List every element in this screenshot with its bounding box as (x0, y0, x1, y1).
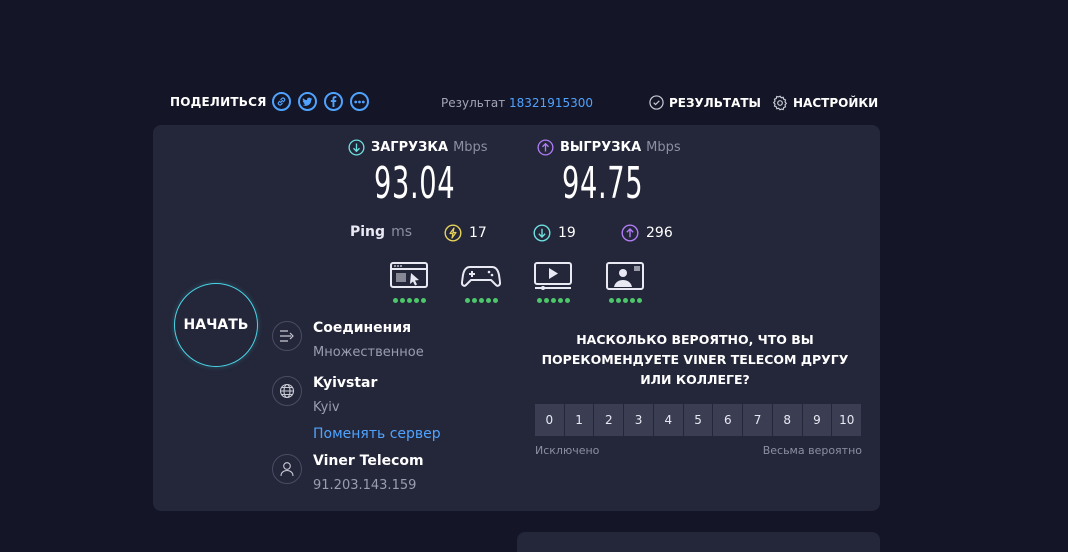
upload-arrow-icon (621, 224, 639, 242)
rating-button-6[interactable]: 6 (713, 404, 743, 436)
video-call-quality (603, 261, 647, 303)
streaming-quality (531, 261, 575, 303)
lightning-icon (444, 224, 462, 242)
browsing-icon (390, 262, 428, 288)
streaming-icon (534, 262, 572, 290)
download-arrow-icon (348, 139, 365, 156)
gaming-icon (460, 266, 502, 287)
top-bar: ПОДЕЛИТЬСЯ Результат 18321915300 РЕЗУЛЬТ… (170, 92, 878, 116)
rating-button-1[interactable]: 1 (564, 404, 594, 436)
rating-scale: 0 1 2 3 4 5 6 7 8 9 10 (535, 404, 862, 436)
user-icon (272, 454, 302, 484)
ping-download-value: 19 (558, 225, 576, 241)
rating-button-9[interactable]: 9 (802, 404, 832, 436)
ping-upload: 296 (621, 224, 673, 242)
start-button[interactable]: НАЧАТЬ (174, 283, 258, 367)
connections-icon (272, 321, 302, 351)
video-call-rating (603, 298, 647, 303)
share-label: ПОДЕЛИТЬСЯ (170, 94, 267, 109)
browsing-quality (387, 261, 431, 303)
twitter-icon[interactable] (297, 92, 317, 111)
upload-metric: ВЫГРУЗКА Mbps 94.75 (537, 139, 693, 206)
rating-button-5[interactable]: 5 (683, 404, 713, 436)
server-city: Kyiv (313, 400, 340, 415)
gaming-rating (459, 298, 503, 303)
provider-ip: 91.203.143.159 (313, 478, 417, 493)
browsing-rating (387, 298, 431, 303)
results-label: РЕЗУЛЬТАТЫ (669, 95, 761, 110)
survey-question: НАСКОЛЬКО ВЕРОЯТНО, ЧТО ВЫ ПОРЕКОМЕНДУЕТ… (541, 332, 849, 387)
scale-low-label: Исключено (535, 444, 600, 457)
download-value: 93.04 (374, 158, 456, 209)
upload-label: ВЫГРУЗКА (560, 140, 642, 155)
rating-button-4[interactable]: 4 (653, 404, 683, 436)
ping-download: 19 (533, 224, 576, 242)
video-call-icon (606, 262, 644, 290)
settings-button[interactable]: НАСТРОЙКИ (772, 95, 878, 111)
ping-row: Ping ms (350, 224, 412, 240)
rating-button-8[interactable]: 8 (772, 404, 802, 436)
facebook-icon[interactable] (323, 92, 343, 111)
connections-value: Множественное (313, 345, 424, 360)
upload-unit: Mbps (646, 140, 681, 155)
ping-upload-value: 296 (646, 225, 673, 241)
link-icon[interactable] (271, 92, 291, 111)
download-arrow-icon (533, 224, 551, 242)
change-server-link[interactable]: Поменять сервер (313, 426, 441, 442)
results-button[interactable]: РЕЗУЛЬТАТЫ (649, 95, 761, 110)
result-id: Результат 18321915300 (441, 96, 593, 110)
nps-survey: НАСКОЛЬКО ВЕРОЯТНО, ЧТО ВЫ ПОРЕКОМЕНДУЕТ… (535, 330, 865, 457)
download-label: ЗАГРУЗКА (371, 140, 449, 155)
settings-label: НАСТРОЙКИ (793, 96, 879, 110)
streaming-rating (531, 298, 575, 303)
globe-icon (272, 376, 302, 406)
server-name: Kyivstar (313, 375, 378, 391)
more-icon[interactable] (349, 92, 369, 111)
rating-button-0[interactable]: 0 (535, 404, 564, 436)
gaming-quality (459, 261, 503, 303)
result-label: Результат (441, 96, 506, 110)
scale-labels: Исключено Весьма вероятно (535, 444, 862, 457)
scale-high-label: Весьма вероятно (762, 444, 862, 457)
connections-title: Соединения (313, 320, 412, 336)
download-metric: ЗАГРУЗКА Mbps 93.04 (348, 139, 505, 206)
rating-button-10[interactable]: 10 (832, 404, 862, 436)
upload-arrow-icon (537, 139, 554, 156)
gear-icon (772, 95, 788, 111)
upload-value: 94.75 (562, 158, 644, 209)
check-circle-icon (649, 95, 664, 110)
rating-button-3[interactable]: 3 (624, 404, 653, 436)
share-section: ПОДЕЛИТЬСЯ (170, 92, 376, 111)
download-unit: Mbps (453, 140, 488, 155)
result-id-link[interactable]: 18321915300 (509, 96, 593, 110)
ping-idle: 17 (444, 224, 487, 242)
ping-label: Ping (350, 224, 386, 240)
results-panel: ЗАГРУЗКА Mbps 93.04 ВЫГРУЗКА Mbps 94.75 … (153, 125, 880, 511)
provider-name: Viner Telecom (313, 453, 424, 469)
ping-idle-value: 17 (469, 225, 487, 241)
rating-button-7[interactable]: 7 (743, 404, 772, 436)
ping-unit: ms (391, 224, 412, 240)
rating-button-2[interactable]: 2 (594, 404, 624, 436)
secondary-panel (517, 532, 880, 552)
